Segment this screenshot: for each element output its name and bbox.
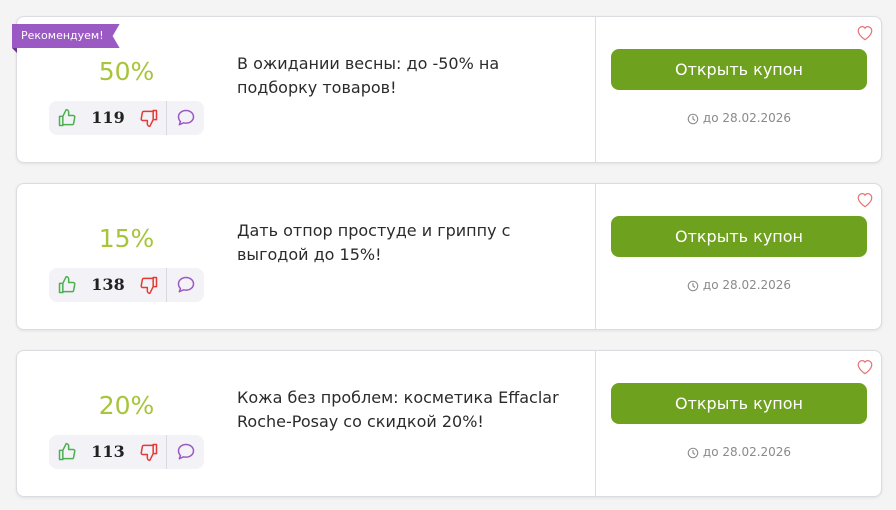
vote-count: 113 xyxy=(91,442,125,461)
vertical-divider xyxy=(595,351,596,496)
discount-value: 50% xyxy=(98,57,155,86)
vote-separator xyxy=(166,268,167,302)
thumb-down-icon[interactable] xyxy=(139,442,159,462)
coupon-description: Кожа без проблем: косметика Effaclar Roc… xyxy=(237,388,559,431)
vote-count: 138 xyxy=(91,275,125,294)
expiry-row: до 28.02.2026 xyxy=(611,443,867,461)
heart-icon[interactable] xyxy=(856,358,874,375)
vote-separator xyxy=(166,101,167,135)
expiry-row: до 28.02.2026 xyxy=(611,109,867,127)
thumb-up-icon[interactable] xyxy=(57,442,77,462)
comment-icon[interactable] xyxy=(176,442,196,462)
coupon-card: 15% 138 Дать отпор простуде и гриппу с в… xyxy=(16,183,882,330)
thumb-up-icon[interactable] xyxy=(57,275,77,295)
vote-panel: 119 xyxy=(49,101,204,135)
vote-panel: 113 xyxy=(49,435,204,469)
discount-value: 15% xyxy=(98,224,155,253)
expiry-date: до 28.02.2026 xyxy=(702,278,792,292)
comment-icon[interactable] xyxy=(176,108,196,128)
clock-icon xyxy=(687,113,699,125)
recommended-badge: Рекомендуем! xyxy=(12,24,120,48)
expiry-row: до 28.02.2026 xyxy=(611,276,867,294)
open-coupon-button[interactable]: Открыть купон xyxy=(611,49,867,90)
coupon-description: Дать отпор простуде и гриппу с выгодой д… xyxy=(237,221,511,264)
expiry-date: до 28.02.2026 xyxy=(702,445,792,459)
heart-icon[interactable] xyxy=(856,24,874,41)
heart-icon[interactable] xyxy=(856,191,874,208)
vote-panel: 138 xyxy=(49,268,204,302)
clock-icon xyxy=(687,447,699,459)
open-coupon-button[interactable]: Открыть купон xyxy=(611,216,867,257)
expiry-date: до 28.02.2026 xyxy=(702,111,792,125)
thumb-up-icon[interactable] xyxy=(57,108,77,128)
thumb-down-icon[interactable] xyxy=(139,108,159,128)
open-coupon-button[interactable]: Открыть купон xyxy=(611,383,867,424)
thumb-down-icon[interactable] xyxy=(139,275,159,295)
coupon-description: В ожидании весны: до -50% на подборку то… xyxy=(237,54,500,97)
vertical-divider xyxy=(595,17,596,162)
vertical-divider xyxy=(595,184,596,329)
discount-value: 20% xyxy=(98,391,155,420)
recommended-badge-fold xyxy=(12,48,17,53)
coupon-card: Рекомендуем! 50% 119 В ожидании весны: д… xyxy=(12,16,882,163)
vote-count: 119 xyxy=(91,108,125,127)
vote-separator xyxy=(166,435,167,469)
coupon-card: 20% 113 Кожа без проблем: косметика Effa… xyxy=(16,350,882,497)
clock-icon xyxy=(687,280,699,292)
comment-icon[interactable] xyxy=(176,275,196,295)
